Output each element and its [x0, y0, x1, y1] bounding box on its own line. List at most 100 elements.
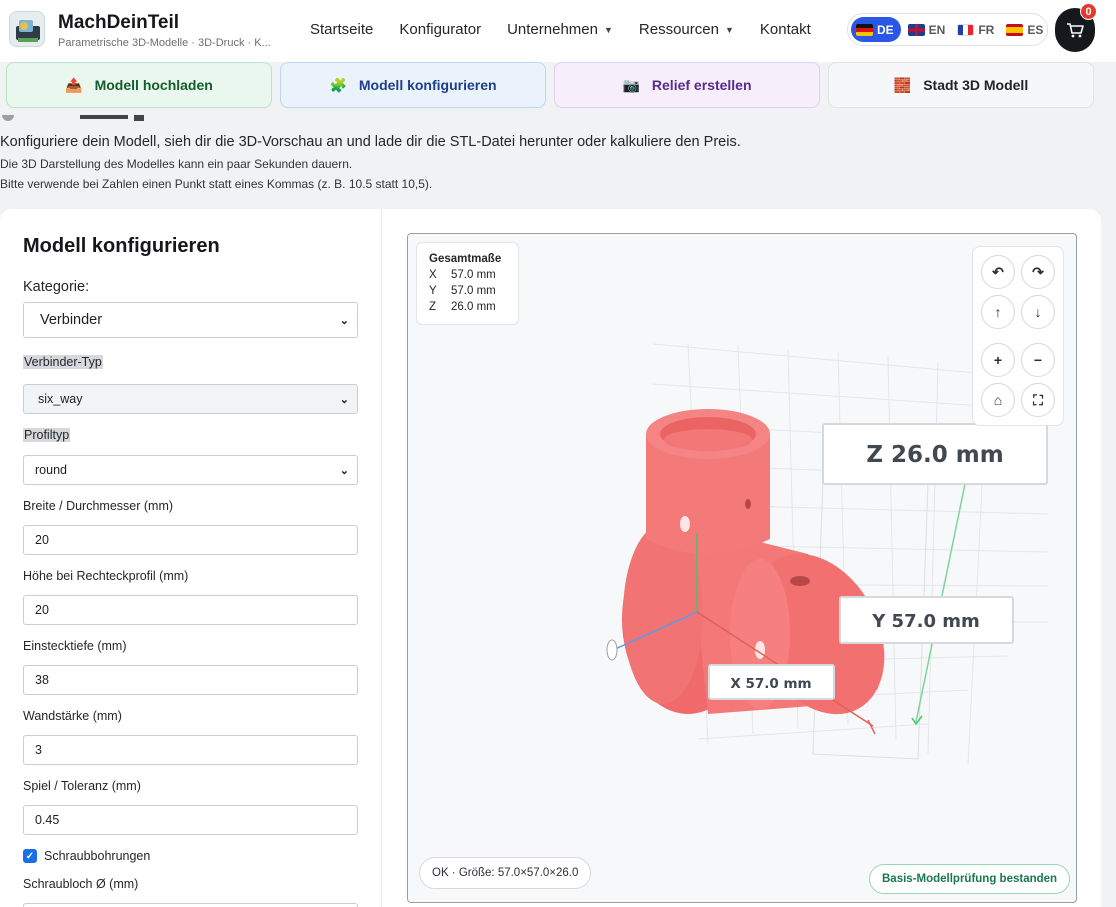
config-form: Modell konfigurieren Kategorie: Verbinde… — [0, 209, 382, 907]
width-input[interactable]: 20 — [23, 525, 358, 555]
page-heading-clipped — [0, 112, 300, 122]
arrow-up-icon: ↑ — [994, 304, 1002, 320]
brand-subtitle: Parametrische 3D-Modelle · 3D-Druck · K.… — [58, 37, 271, 49]
dimension-label-z: Z 26.0 mm — [822, 423, 1048, 485]
dimension-row-z: Z 26.0 mm — [429, 301, 496, 313]
3d-viewer[interactable]: Z 26.0 mm Y 57.0 mm X 57.0 mm Gesamtmaße… — [407, 233, 1077, 903]
main-nav: Startseite Konfigurator Unternehmen ▼ Res… — [310, 21, 837, 38]
cart-count-badge: 0 — [1080, 3, 1097, 20]
connector-type-value: six_way — [38, 392, 83, 406]
rotate-right-icon: ↷ — [1032, 263, 1044, 280]
intro-hint-decimal: Bitte verwende bei Zahlen einen Punkt st… — [0, 177, 433, 191]
nav-item-konfigurator[interactable]: Konfigurator — [399, 21, 481, 38]
flag-gb-icon — [907, 23, 925, 36]
lang-en-button[interactable]: EN — [903, 17, 951, 42]
dimension-label-y: Y 57.0 mm — [839, 596, 1014, 644]
camera-icon: 📷 — [622, 76, 640, 93]
bricks-icon: 🧱 — [893, 76, 912, 93]
fullscreen-icon: ⛶ — [1033, 391, 1043, 408]
chevron-down-icon: ⌄ — [339, 464, 349, 477]
minus-icon: − — [1033, 352, 1043, 368]
mode-tabs: 📤 Modell hochladen 🧩 Modell konfiguriere… — [6, 62, 1111, 108]
svg-text:Z 26.0 mm: Z 26.0 mm — [866, 442, 1003, 468]
tab-create-relief[interactable]: 📷 Relief erstellen — [554, 62, 820, 108]
tab-configure-model[interactable]: 🧩 Modell konfigurieren — [280, 62, 546, 108]
nav-item-ressourcen[interactable]: Ressourcen ▼ — [639, 21, 734, 38]
upload-icon: 📤 — [65, 76, 83, 93]
form-title: Modell konfigurieren — [23, 235, 220, 257]
lang-de-button[interactable]: DE — [851, 17, 901, 42]
tab-upload-model[interactable]: 📤 Modell hochladen — [6, 62, 272, 108]
insert-depth-input[interactable]: 38 — [23, 665, 358, 695]
height-label: Höhe bei Rechteckprofil (mm) — [23, 569, 189, 583]
chevron-down-icon: ⌄ — [339, 314, 349, 327]
screw-holes-checkbox[interactable]: ✓ — [23, 849, 37, 863]
nav-item-kontakt[interactable]: Kontakt — [760, 21, 811, 38]
home-icon: ⌂ — [993, 392, 1003, 408]
wall-thickness-label: Wandstärke (mm) — [23, 709, 122, 723]
profile-type-select[interactable]: round ⌄ — [23, 455, 358, 485]
svg-text:Y 57.0 mm: Y 57.0 mm — [871, 611, 980, 632]
nav-item-unternehmen[interactable]: Unternehmen ▼ — [507, 21, 613, 38]
zoom-out-button[interactable]: − — [1021, 343, 1055, 377]
connector-type-select[interactable]: six_way ⌄ — [23, 384, 358, 414]
rotate-left-icon: ↶ — [992, 263, 1004, 280]
tab-city-3d-model[interactable]: 🧱 Stadt 3D Modell — [828, 62, 1094, 108]
connector-type-label: Verbinder-Typ — [23, 355, 103, 369]
puzzle-icon: 🧩 — [329, 76, 347, 93]
tilt-down-button[interactable]: ↓ — [1021, 295, 1055, 329]
arrow-down-icon: ↓ — [1034, 304, 1042, 320]
tilt-up-button[interactable]: ↑ — [981, 295, 1015, 329]
logo-icon[interactable] — [9, 11, 45, 47]
nav-item-startseite[interactable]: Startseite — [310, 21, 373, 38]
screw-hole-diameter-input[interactable] — [23, 903, 358, 907]
site-header: MachDeinTeil Parametrische 3D-Modelle · … — [0, 0, 1116, 62]
height-input[interactable]: 20 — [23, 595, 358, 625]
dimension-row-x: X 57.0 mm — [429, 269, 496, 281]
tab-label: Stadt 3D Modell — [923, 77, 1029, 93]
dimension-row-y: Y 57.0 mm — [429, 285, 496, 297]
model-check-badge: Basis-Modellprüfung bestanden — [869, 864, 1071, 894]
lang-es-button[interactable]: ES — [1001, 17, 1048, 42]
fullscreen-button[interactable]: ⛶ — [1021, 383, 1055, 417]
tab-label: Relief erstellen — [651, 77, 752, 93]
flag-de-icon — [856, 23, 873, 36]
configurator-card: Modell konfigurieren Kategorie: Verbinde… — [0, 209, 1101, 907]
width-label: Breite / Durchmesser (mm) — [23, 499, 174, 513]
rotate-right-button[interactable]: ↷ — [1021, 255, 1055, 289]
intro-hint-render: Die 3D Darstellung des Modelles kann ein… — [0, 157, 353, 171]
tab-label: Modell hochladen — [94, 77, 213, 93]
wall-thickness-input[interactable]: 3 — [23, 735, 358, 765]
screw-holes-label[interactable]: Schraubbohrungen — [44, 849, 150, 863]
caret-down-icon: ▼ — [724, 24, 734, 35]
flag-fr-icon — [957, 23, 975, 36]
profile-type-label: Profiltyp — [23, 428, 71, 442]
reset-view-button[interactable]: ⌂ — [981, 383, 1015, 417]
profile-type-value: round — [35, 463, 67, 477]
tab-label: Modell konfigurieren — [358, 77, 497, 93]
cart-icon — [1067, 23, 1084, 38]
zoom-in-button[interactable]: + — [981, 343, 1015, 377]
intro-text: Konfiguriere dein Modell, sieh dir die 3… — [0, 134, 741, 150]
category-select[interactable]: Verbinder ⌄ — [23, 302, 358, 338]
view-controls: ↶ ↷ ↑ ↓ + − ⌂ ⛶ — [972, 246, 1064, 426]
screw-hole-diameter-label: Schraubloch Ø (mm) — [23, 877, 139, 891]
tolerance-label: Spiel / Toleranz (mm) — [23, 779, 141, 793]
caret-down-icon: ▼ — [603, 24, 613, 35]
lang-fr-button[interactable]: FR — [952, 17, 999, 42]
overall-dimensions-panel: Gesamtmaße X 57.0 mm Y 57.0 mm Z 26.0 mm — [416, 242, 519, 325]
insert-depth-label: Einstecktiefe (mm) — [23, 639, 127, 653]
dimension-label-x: X 57.0 mm — [708, 664, 835, 700]
dimensions-title: Gesamtmaße — [429, 253, 502, 265]
language-switcher: DE EN FR ES — [847, 13, 1048, 46]
tolerance-input[interactable]: 0.45 — [23, 805, 358, 835]
model-status-pill: OK · Größe: 57.0×57.0×26.0 — [419, 857, 592, 889]
chevron-down-icon: ⌄ — [339, 393, 349, 406]
rotate-left-button[interactable]: ↶ — [981, 255, 1015, 289]
svg-text:X 57.0 mm: X 57.0 mm — [730, 676, 811, 692]
category-value: Verbinder — [40, 312, 103, 328]
plus-icon: + — [993, 352, 1003, 368]
category-label: Kategorie: — [23, 279, 90, 295]
flag-es-icon — [1006, 23, 1024, 36]
brand-title[interactable]: MachDeinTeil — [58, 12, 179, 34]
